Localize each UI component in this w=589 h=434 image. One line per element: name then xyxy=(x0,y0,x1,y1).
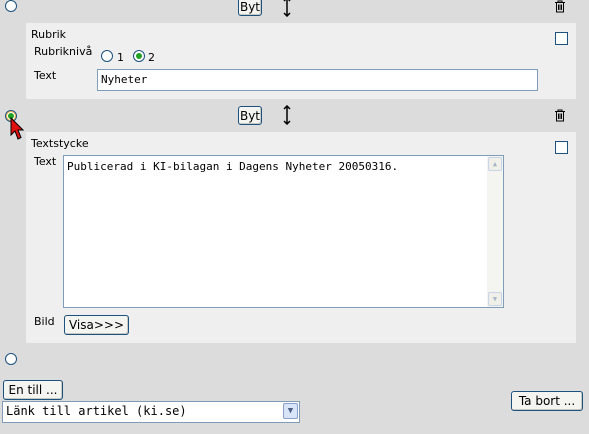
move-arrow-icon[interactable] xyxy=(282,0,292,18)
swap-button-second[interactable]: Byt xyxy=(238,106,262,125)
image-label: Bild xyxy=(34,315,55,328)
mouse-cursor-icon xyxy=(10,116,25,141)
chevron-down-icon[interactable]: ▼ xyxy=(283,403,298,419)
show-image-button[interactable]: Visa>>> xyxy=(64,315,129,335)
rubrik-text-input[interactable]: Nyheter xyxy=(97,69,538,91)
level-option-1: 1 xyxy=(117,51,124,64)
select-value: Länk till artikel (ki.se) xyxy=(6,404,187,418)
level-radio-1[interactable] xyxy=(101,50,113,62)
trash-icon[interactable] xyxy=(554,0,566,13)
level-radio-2[interactable] xyxy=(133,50,145,62)
rubrik-text-label: Text xyxy=(34,69,57,82)
position-radio-top[interactable] xyxy=(5,0,17,12)
level-option-2: 2 xyxy=(148,51,155,64)
add-another-button[interactable]: En till ... xyxy=(3,380,63,400)
link-type-select[interactable]: Länk till artikel (ki.se) ▼ xyxy=(2,401,300,423)
position-radio-bottom[interactable] xyxy=(5,353,17,365)
textstycke-textarea[interactable]: Publicerad i KI-bilagan i Dagens Nyheter… xyxy=(63,155,504,308)
textarea-scrollbar[interactable]: ▲ ▼ xyxy=(487,156,503,307)
scroll-up-icon[interactable]: ▲ xyxy=(488,157,502,171)
scroll-down-icon[interactable]: ▼ xyxy=(488,292,502,306)
swap-button-top[interactable]: Byt xyxy=(238,0,262,16)
trash-icon[interactable] xyxy=(554,109,566,122)
move-arrow-icon[interactable] xyxy=(282,104,292,126)
rubrik-select-checkbox[interactable] xyxy=(555,32,568,45)
rubrik-title: Rubrik xyxy=(31,28,67,41)
rubrik-level-label: Rubriknivå xyxy=(34,45,93,58)
remove-button[interactable]: Ta bort ... xyxy=(511,391,583,411)
textstycke-text-label: Text xyxy=(34,155,57,168)
textarea-content: Publicerad i KI-bilagan i Dagens Nyheter… xyxy=(67,160,399,173)
textstycke-select-checkbox[interactable] xyxy=(555,141,568,154)
textstycke-title: Textstycke xyxy=(31,137,89,150)
